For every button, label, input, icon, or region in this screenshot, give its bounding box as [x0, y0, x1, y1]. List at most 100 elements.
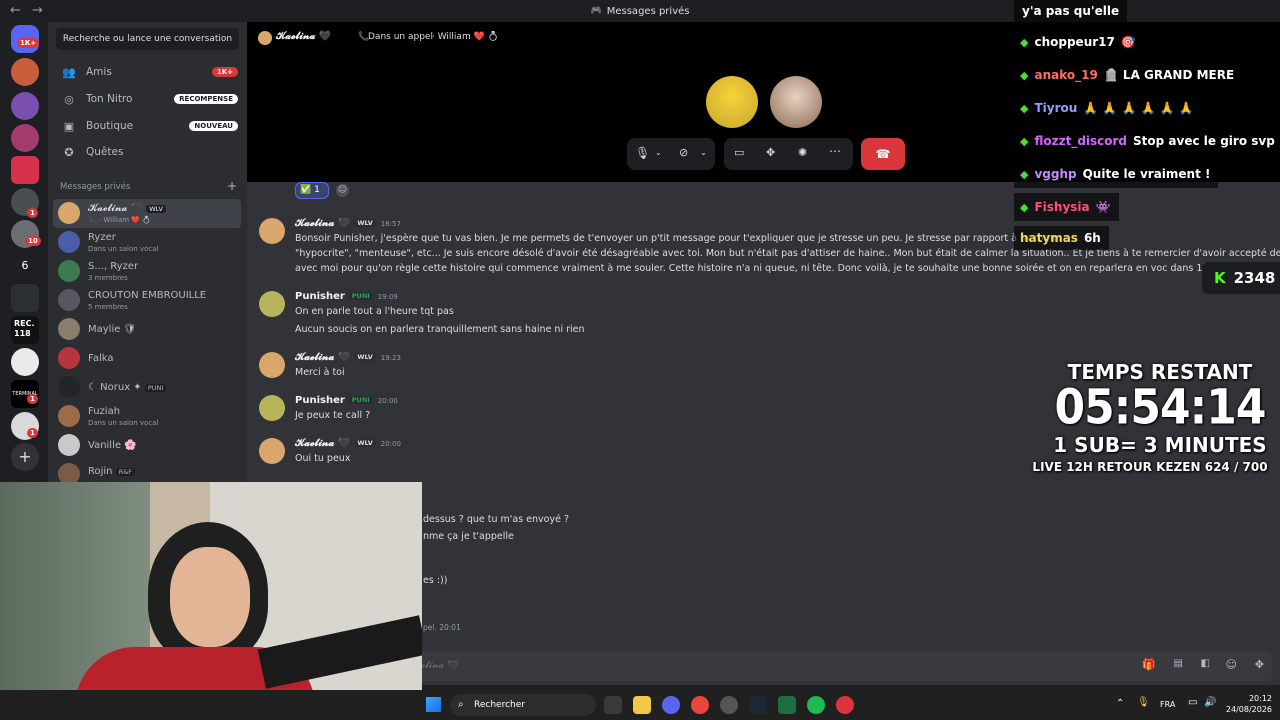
more-options-icon[interactable]: ⋯ [829, 144, 841, 158]
obs-icon[interactable] [720, 696, 738, 714]
gift-icon[interactable]: 🎁 [1142, 658, 1156, 671]
steam-icon[interactable] [749, 696, 767, 714]
participant-avatar[interactable] [770, 76, 822, 128]
chat-message: ◆ vgghp Quite le vraiment ! [1014, 160, 1219, 188]
chat-message: ◆ Fishysia 👾 [1014, 193, 1119, 221]
avatar[interactable] [259, 395, 285, 421]
chrome-icon[interactable] [691, 696, 709, 714]
author-name[interactable]: Punisher [295, 291, 345, 302]
friends-badge: 1K+ [211, 67, 238, 77]
excel-icon[interactable] [778, 696, 796, 714]
dm-name: 𝓚𝓪𝓮𝓵𝓲𝓷𝓪 🖤 [88, 203, 144, 214]
hang-up-button[interactable]: ☎ [861, 138, 905, 170]
dm-item[interactable]: Maylie 🛡 [53, 315, 241, 344]
dm-item[interactable]: Vanille 🌸 [53, 431, 241, 460]
dm-name: Falka [88, 353, 114, 364]
server-icon[interactable] [11, 156, 39, 184]
webcam-mic-arm [257, 615, 422, 689]
server-icon[interactable] [11, 284, 39, 312]
network-icon[interactable]: ▭ [1188, 697, 1197, 708]
quests-icon: ✪ [64, 145, 74, 159]
dm-item[interactable]: 𝓚𝓪𝓮𝓵𝓲𝓷𝓪 🖤 WLV 📞 · William ❤️ 💍 [53, 199, 241, 228]
activities-icon[interactable]: ✥ [766, 146, 775, 159]
task-view-icon[interactable] [604, 696, 622, 714]
participant-avatar[interactable] [706, 76, 758, 128]
input-placeholder: 𝓮𝓵𝓲𝓷𝓪 🖤 [421, 660, 459, 671]
avatar[interactable] [259, 438, 285, 464]
dm-item[interactable]: Falka [53, 344, 241, 373]
dm-item[interactable]: Ryzer Dans un salon vocal [53, 228, 241, 257]
chevron-down-icon[interactable]: ⌄ [700, 148, 707, 157]
screen-share-icon[interactable]: ▭ [734, 146, 744, 159]
chevron-up-icon[interactable]: ⌃ [1116, 698, 1124, 709]
nav-friends[interactable]: 👥 Amis 1K+ [54, 60, 242, 84]
dm-item[interactable]: Fuziah Dans un salon vocal [53, 402, 241, 431]
apps-icon[interactable]: ✥ [1255, 658, 1264, 671]
chevron-down-icon[interactable]: ⌄ [655, 148, 662, 157]
timer-rule: 1 SUB= 3 MINUTES [1053, 433, 1267, 457]
server-icon[interactable] [11, 124, 39, 152]
avatar [258, 31, 272, 45]
add-reaction-icon[interactable]: ☺ [336, 184, 349, 197]
camera-off-icon[interactable]: ⊘ [679, 146, 688, 159]
clock-date[interactable]: 24/08/2026 [1222, 705, 1272, 714]
discord-taskbar-icon[interactable] [662, 696, 680, 714]
dm-item[interactable]: Rojin R&F [53, 460, 241, 482]
search-input[interactable]: Recherche ou lance une conversation [56, 28, 239, 50]
avatar[interactable] [259, 291, 285, 317]
dm-name: CROUTON EMBROUILLE [88, 290, 207, 301]
message-text: Oui tu peux [295, 453, 351, 464]
file-explorer-icon[interactable] [633, 696, 651, 714]
forward-arrow-icon[interactable]: → [32, 3, 43, 18]
avatar[interactable] [259, 218, 285, 244]
chat-text: 👾 [1095, 200, 1111, 214]
server-icon-rec[interactable]: REC. 118 [11, 316, 39, 344]
nav-quests[interactable]: ✪ Quêtes [54, 140, 242, 164]
dm-tag: WLV [146, 205, 166, 213]
message-text: On en parle tout a l'heure tqt pas [295, 306, 454, 317]
app-icon[interactable] [836, 696, 854, 714]
server-icon[interactable] [11, 92, 39, 120]
message-text: "hypocrite", "menteuse", etc... Je suis … [295, 248, 1280, 259]
timestamp: 20:00 [380, 440, 401, 448]
microphone-tray-icon[interactable]: 🎙 [1137, 697, 1150, 708]
message-text: avec moi pour qu'on règle cette histoire… [295, 263, 1223, 274]
chat-user: Tiyrou [1034, 101, 1078, 115]
language-indicator[interactable]: FRA [1160, 700, 1175, 709]
server-rail: 1K+ 1 10 6 REC. 118 TERMINAL 1 1 + [0, 22, 48, 482]
back-arrow-icon[interactable]: ← [10, 3, 21, 18]
reaction-chip[interactable]: ✅ 1 [295, 182, 329, 199]
volume-icon[interactable]: 🔊 [1204, 697, 1216, 708]
emoji-icon[interactable]: ☺ [1226, 658, 1237, 671]
soundboard-icon[interactable]: ✺ [798, 146, 807, 159]
taskbar-search[interactable]: ⌕ Rechercher [450, 694, 596, 716]
sticker-icon[interactable]: ◧ [1201, 658, 1210, 669]
server-icon[interactable] [11, 58, 39, 86]
diamond-icon: ◆ [1020, 134, 1029, 148]
nav-shop[interactable]: ▣ Boutique NOUVEAU [54, 114, 242, 138]
avatar[interactable] [259, 352, 285, 378]
dm-name: S..., Ryzer [88, 261, 139, 272]
avatar [58, 434, 80, 456]
dm-item[interactable]: ☾ Norux ✦ PUNI [53, 373, 241, 402]
author-name[interactable]: Punisher [295, 395, 345, 406]
add-server-plus-icon[interactable]: + [11, 443, 39, 471]
author-name[interactable]: 𝓚𝓪𝓮𝓵𝓲𝓷𝓪 🖤 [295, 438, 350, 449]
author-name[interactable]: 𝓚𝓪𝓮𝓵𝓲𝓷𝓪 🖤 [295, 218, 350, 229]
chat-message: ◆ choppeur17 🎯 [1014, 28, 1144, 56]
server-folder[interactable]: 6 [11, 252, 39, 280]
search-icon: ⌕ [458, 699, 464, 710]
spotify-icon[interactable] [807, 696, 825, 714]
windows-start-icon[interactable] [426, 697, 441, 712]
dm-item[interactable]: CROUTON EMBROUILLE 5 membres [53, 286, 241, 315]
add-dm-plus-icon[interactable]: + [227, 179, 237, 193]
dm-name: Fuziah [88, 406, 121, 417]
server-icon[interactable] [11, 348, 39, 376]
clock-time[interactable]: 20:12 [1240, 694, 1272, 703]
nav-nitro[interactable]: ◎ Ton Nitro RÉCOMPENSE [54, 87, 242, 111]
dm-item[interactable]: S..., Ryzer 3 membres [53, 257, 241, 286]
author-name[interactable]: 𝓚𝓪𝓮𝓵𝓲𝓷𝓪 🖤 [295, 352, 350, 363]
reaction-count: 1 [314, 185, 320, 195]
gif-icon[interactable]: ▤ [1174, 658, 1183, 669]
microphone-icon[interactable]: 🎙 [635, 146, 650, 160]
